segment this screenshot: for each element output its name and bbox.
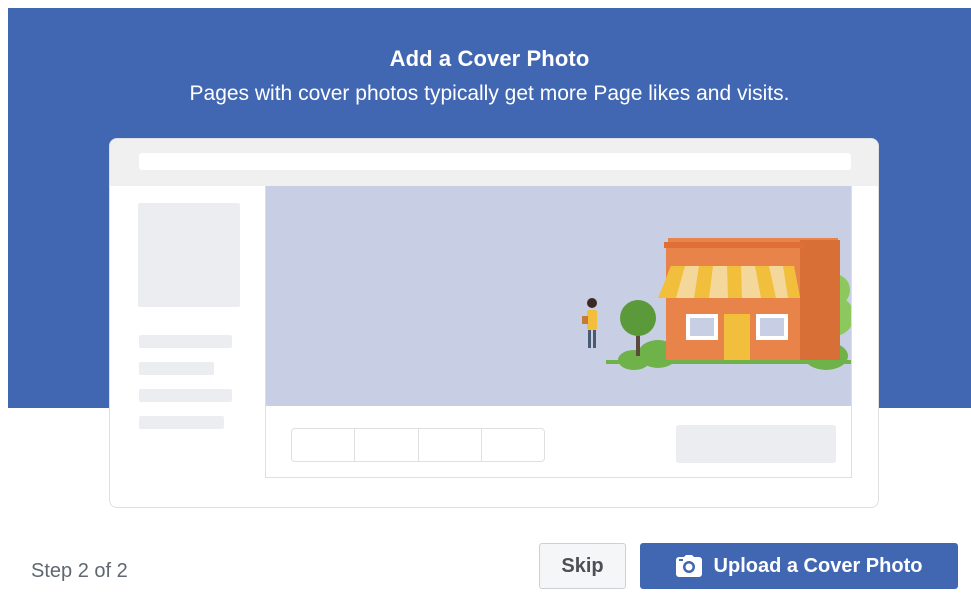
step-indicator: Step 2 of 2 <box>31 560 128 582</box>
dialog-title: Add a Cover Photo <box>389 46 590 71</box>
camera-icon <box>675 555 702 577</box>
storefront-illustration <box>582 238 851 370</box>
upload-button-label: Upload a Cover Photo <box>713 554 923 577</box>
preview-tab <box>482 429 544 461</box>
preview-topbar <box>110 139 878 186</box>
skip-button-label: Skip <box>561 554 604 577</box>
preview-main-content <box>265 186 852 478</box>
preview-tab <box>292 429 356 461</box>
preview-tab <box>355 429 419 461</box>
cover-photo-dialog: Add a Cover Photo Pages with cover photo… <box>8 8 971 606</box>
preview-sidebar-line <box>139 416 224 429</box>
preview-cover-area <box>266 186 851 406</box>
preview-tab-bar <box>291 428 545 462</box>
skip-button[interactable]: Skip <box>539 543 626 589</box>
preview-sidebar-line <box>139 389 232 402</box>
page-preview-illustration <box>109 138 879 508</box>
preview-sidebar-line <box>139 362 214 375</box>
preview-search-bar <box>139 153 851 170</box>
preview-profile-picture <box>138 203 240 307</box>
preview-action-button <box>676 425 836 463</box>
upload-cover-photo-button[interactable]: Upload a Cover Photo <box>640 543 958 589</box>
preview-sidebar-line <box>139 335 232 348</box>
dialog-subtitle: Pages with cover photos typically get mo… <box>189 82 790 105</box>
preview-tab <box>419 429 482 461</box>
